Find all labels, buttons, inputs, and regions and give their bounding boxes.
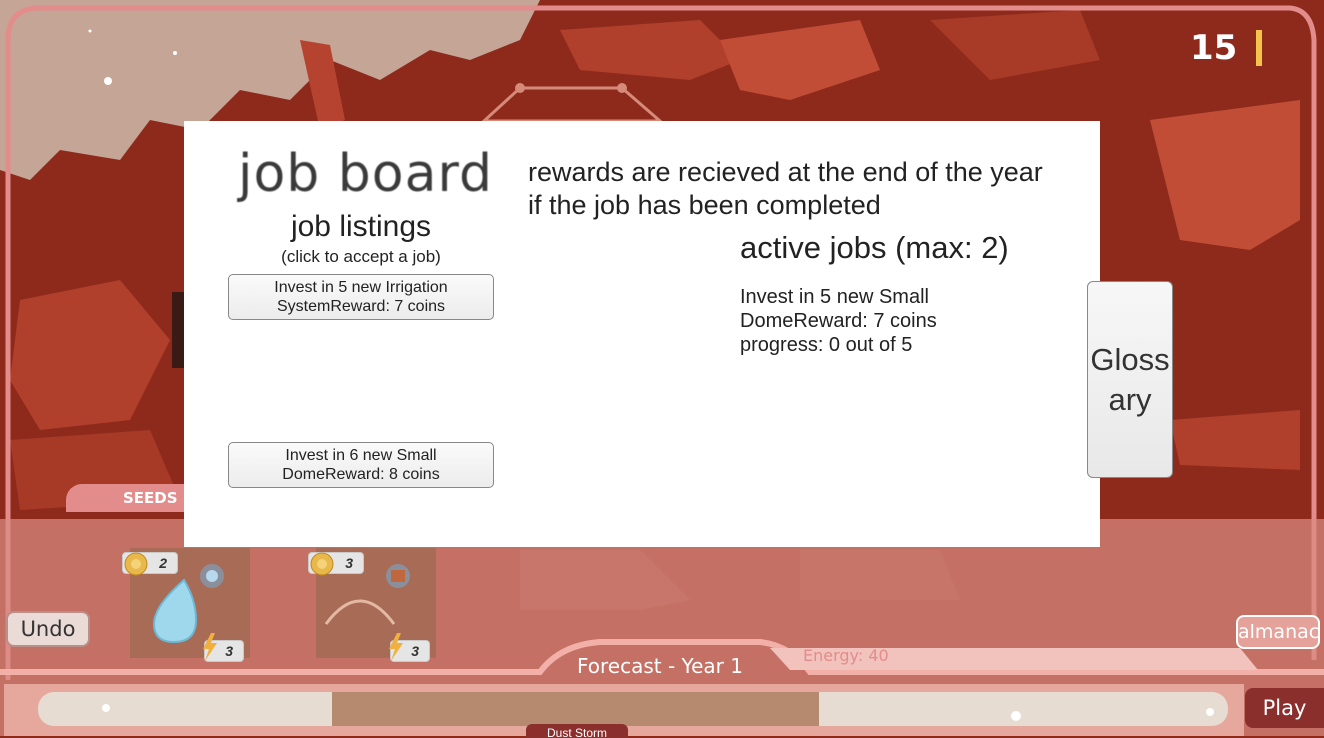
seed-card-dome[interactable]: 3 3 [306,548,436,663]
turn-counter: 15 [1190,28,1238,68]
undo-button[interactable]: Undo [6,611,90,647]
glossary-label-line1: Gloss [1090,341,1170,377]
coin-cost-badge: 2 [122,552,178,576]
seed-card-water[interactable]: 2 3 [120,548,250,663]
job-listing-button[interactable]: Invest in 5 new Irrigation SystemReward:… [228,274,494,320]
job-listing-line2: SystemReward: 7 coins [276,298,446,315]
glossary-button[interactable]: Gloss ary [1087,281,1173,478]
play-button[interactable]: Play [1245,688,1324,728]
coin-cost: 2 [159,555,167,571]
job-listing-line1: Invest in 6 new Small [285,447,437,464]
almanac-button[interactable]: almanac [1236,615,1320,649]
job-listing-line2: DomeReward: 8 coins [282,466,440,483]
energy-cost: 3 [411,643,419,659]
brick-type-icon [386,564,410,588]
coin-cost-badge: 3 [308,552,364,576]
job-listings-title: job listings [290,210,432,243]
coin-icon [124,552,148,576]
job-listings-hint: (click to accept a job) [281,247,441,266]
energy-cost-badge: 3 [389,633,430,662]
job-listing-line1: Invest in 5 new Irrigation [274,279,448,296]
water-drop-icon [152,578,198,644]
lightning-icon [203,633,217,661]
rewards-note: rewards are recieved at the end of the y… [528,157,1043,220]
active-job-entry: Invest in 5 new Small DomeReward: 7 coin… [740,285,937,357]
energy-cost-badge: 3 [203,633,244,662]
dome-icon [324,599,396,625]
job-board-title: job board [238,144,493,204]
active-job-line2: DomeReward: 7 coins [740,310,937,332]
energy-label: Energy: 40 [803,646,889,665]
seeds-tab[interactable]: SEEDS [66,484,196,512]
coin-cost: 3 [345,555,353,571]
counter-bar [1256,30,1262,66]
energy-cost: 3 [225,643,233,659]
glossary-label-line2: ary [1108,381,1152,417]
seeds-label: SEEDS [123,489,178,507]
forecast-label: Forecast - Year 1 [577,654,743,678]
coin-icon [310,552,334,576]
active-job-line1: Invest in 5 new Small [740,286,929,308]
job-listing-button[interactable]: Invest in 6 new Small DomeReward: 8 coin… [228,442,494,488]
active-job-progress: progress: 0 out of 5 [740,334,913,356]
lightning-icon [389,633,403,661]
water-type-icon [200,564,224,588]
active-jobs-title: active jobs (max: 2) [740,230,1009,265]
